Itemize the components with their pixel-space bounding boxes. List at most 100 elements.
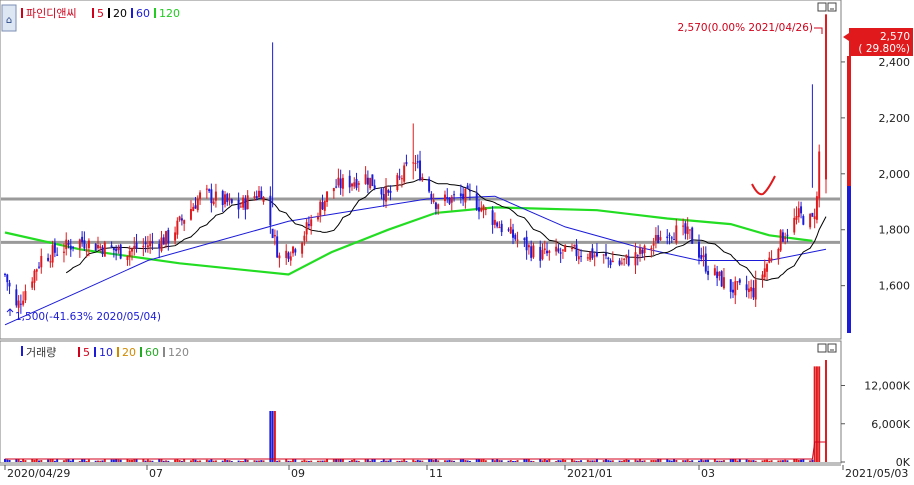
candle-body — [319, 201, 322, 216]
volume-bar — [117, 459, 120, 462]
volume-bar — [151, 460, 154, 462]
candle-body — [174, 232, 177, 241]
volume-bar — [480, 459, 483, 462]
candle-body — [652, 243, 655, 246]
candle-body — [403, 165, 406, 182]
candle-body — [686, 226, 689, 235]
candle-body — [53, 242, 56, 253]
volume-bar — [718, 460, 721, 462]
candle-body — [500, 223, 503, 233]
candle-body — [237, 199, 240, 210]
candle-body — [67, 243, 70, 245]
candle-body — [745, 284, 748, 291]
volume-bar — [523, 459, 526, 462]
volume-bar — [561, 459, 564, 462]
candle-body — [702, 255, 705, 258]
candle-body — [355, 178, 358, 188]
candle-body — [246, 195, 249, 210]
candle-body — [228, 198, 231, 201]
date-axis-label: 07 — [149, 467, 163, 480]
volume-bar — [688, 460, 691, 462]
candle-body — [720, 271, 723, 287]
volume-bar — [316, 460, 319, 462]
legend-ma-10: 10 — [99, 346, 113, 359]
volume-bar — [434, 459, 437, 462]
volume-bar — [158, 459, 161, 462]
volume-bar — [781, 460, 784, 462]
volume-bar — [475, 459, 478, 462]
volume-bar — [67, 459, 70, 462]
candle-body — [605, 252, 607, 256]
volume-bar — [260, 460, 263, 462]
volume-bar — [482, 459, 485, 462]
volume-bar — [532, 460, 535, 462]
volume-bar — [212, 460, 215, 462]
volume-bar — [736, 460, 739, 462]
volume-bar — [196, 460, 199, 462]
volume-bar — [246, 459, 249, 462]
volume-panel — [0, 340, 842, 464]
candle-body — [659, 237, 662, 241]
maximize-icon[interactable] — [817, 2, 827, 12]
date-axis-label: 11 — [429, 467, 443, 480]
candle-body — [253, 196, 256, 198]
candle-body — [224, 194, 226, 205]
candle-body — [56, 254, 59, 256]
volume-bar — [62, 460, 65, 462]
volume-bar — [766, 459, 769, 462]
candle-body — [230, 199, 233, 203]
candle-body — [641, 249, 644, 254]
volume-bar — [35, 459, 38, 462]
volume-bar — [498, 460, 501, 462]
volume-bar — [85, 460, 88, 462]
candle-body — [189, 209, 192, 220]
volume-bar — [811, 459, 814, 462]
volume-bar — [611, 460, 614, 462]
candle-body — [162, 237, 165, 245]
candle-body — [382, 193, 385, 201]
candle-body — [818, 151, 821, 199]
candle-body — [546, 250, 549, 254]
maximize-icon[interactable] — [817, 343, 827, 353]
volume-bar — [670, 460, 673, 462]
candle-body — [713, 268, 716, 276]
volume-bar — [507, 460, 510, 462]
volume-bar — [800, 459, 803, 462]
low-annotation: 1,500(-41.63% 2020/05/04) — [15, 311, 161, 323]
volume-bar — [135, 459, 138, 462]
volume-bar — [355, 460, 358, 462]
candle-body — [682, 225, 685, 227]
volume-bar — [752, 460, 755, 462]
legend-ma-60: 60 — [145, 346, 159, 359]
candle-body — [673, 239, 676, 241]
legend-ma-120: 120 — [159, 7, 180, 20]
candle-body — [734, 281, 737, 296]
volume-bar — [809, 460, 812, 462]
settings-icon-glyph: ⌂ — [6, 15, 12, 26]
candle-body — [167, 230, 170, 244]
candle-body — [650, 247, 653, 250]
volume-bar — [684, 460, 687, 462]
candle-body — [165, 231, 168, 245]
candle-body — [142, 245, 145, 248]
volume-bar — [414, 460, 417, 462]
volume-bar — [825, 360, 827, 462]
candle-body — [675, 225, 678, 243]
candle-body — [700, 254, 703, 259]
volume-bar — [734, 459, 737, 462]
volume-bar — [815, 366, 818, 462]
candle-body — [718, 271, 721, 276]
candle-body — [450, 196, 453, 203]
candle-body — [276, 236, 279, 258]
candle-body — [691, 227, 694, 244]
candle-body — [38, 266, 41, 268]
volume-bar — [577, 460, 580, 462]
volume-bar — [509, 460, 512, 462]
volume-bar — [761, 460, 764, 462]
volume-bar — [8, 459, 11, 462]
close-panel-icon[interactable] — [827, 343, 837, 353]
close-panel-icon[interactable] — [827, 2, 837, 12]
price-axis-label: 1,800 — [879, 224, 911, 237]
volume-bar — [208, 460, 211, 462]
candle-body — [507, 229, 510, 231]
